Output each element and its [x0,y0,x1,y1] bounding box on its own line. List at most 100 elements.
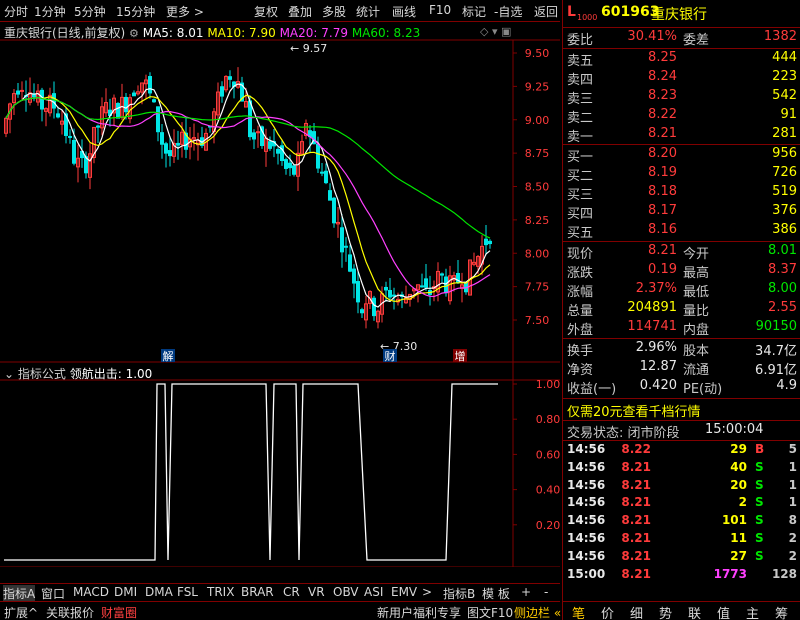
tab-cr[interactable]: CR [283,585,300,599]
f10-graphic-link[interactable]: 图文F10 [467,604,513,620]
candle-body [292,165,296,175]
statistics-button[interactable]: 统计 [356,3,380,20]
stat-label: 收益(一) [567,382,617,397]
bid-row[interactable]: 买三 8.18 519 [563,184,800,203]
high-marker: ← 9.57 [290,42,327,55]
ask-row[interactable]: 卖一 8.21 281 [563,126,800,145]
back-button[interactable]: 返回 [534,3,558,20]
tab-indicator-a[interactable]: 指标A [3,585,36,602]
chart-tools-icon[interactable]: ◇ ▾ ▣ [480,25,511,38]
bid-volume: 956 [772,146,797,161]
tab-macd[interactable]: MACD [73,585,109,599]
ask-price: 8.23 [648,88,677,103]
settings-icon[interactable]: ⚙ [129,27,139,40]
related-quotes-link[interactable]: 关联报价 [46,604,94,620]
candle-body [484,238,488,246]
draw-line-button[interactable]: 画线 [392,3,416,20]
candle-body [316,143,320,169]
sidebar-toggle[interactable]: 侧边栏 « [514,604,561,620]
chevron-down-icon[interactable]: ⌄ [4,367,14,381]
tick-time: 15:00 [567,566,606,581]
multi-stock-button[interactable]: 多股 [322,3,346,20]
tick-price: 8.22 [621,442,651,456]
quote-tab[interactable]: 势 [659,603,672,620]
quote-tab[interactable]: 值 [717,603,730,620]
ask-row[interactable]: 卖三 8.23 542 [563,88,800,107]
kline-chart[interactable]: 9.50 9.25 9.00 8.75 8.50 8.25 8.00 7.75 7.50 ← 9.… [0,22,560,567]
bid-row[interactable]: 买一 8.20 956 [563,146,800,165]
bid-row[interactable]: 买二 8.19 726 [563,165,800,184]
promo-row[interactable]: 仅需20元查看千档行情 [563,401,800,420]
restore-rights-button[interactable]: 复权 [254,3,278,20]
tab-15min[interactable]: 15分钟 [116,3,155,20]
remove-watchlist-button[interactable]: -自选 [494,3,522,20]
trade-time: 15:00:04 [705,422,764,437]
candle-body [348,254,352,272]
tab-obv[interactable]: OBV [333,585,359,599]
tab-fsl[interactable]: FSL [177,585,198,599]
ask-label: 卖一 [567,130,594,145]
quote-tab[interactable]: 主 [746,603,759,620]
quote-tab[interactable]: 筹 [775,603,788,620]
bid-price: 8.20 [648,146,677,161]
quote-tab[interactable]: 联 [688,603,701,620]
tab-vr[interactable]: VR [308,585,325,599]
candle-body [152,99,156,103]
tab-emv[interactable]: EMV [391,585,417,599]
candle-body [164,143,168,154]
tab-brar[interactable]: BRAR [241,585,274,599]
candle-body [156,106,160,133]
tab-dmi[interactable]: DMI [114,585,137,599]
candle-body [488,240,492,245]
stat-value: 8.00 [768,281,797,296]
quote-tab[interactable]: 价 [601,603,614,620]
quote-tab[interactable]: 细 [630,603,643,620]
quote-tab[interactable]: 笔 [572,603,585,620]
tab-window[interactable]: 窗口 [41,585,65,602]
tick-row: 14:56 8.21 2 S 1 [563,495,800,513]
tick-direction: S [755,477,764,492]
ask-row[interactable]: 卖二 8.22 91 [563,107,800,126]
tab-intraday[interactable]: 分时 [4,3,28,20]
stat-value: 12.87 [639,359,677,374]
tab-1min[interactable]: 1分钟 [34,3,66,20]
stat-value: 114741 [627,319,677,334]
zoom-in-button[interactable]: + [521,585,531,599]
commission-ratio-row: 委比 30.41% 委差 1382 [563,29,800,48]
candle-body [40,89,44,110]
tab-scroll-right[interactable]: > [422,585,432,599]
stat-label: 涨跌 [567,266,594,281]
f10-button[interactable]: F10 [429,3,451,17]
zoom-out-button[interactable]: - [544,585,548,599]
tab-more[interactable]: 更多 > [166,3,204,20]
tab-5min[interactable]: 5分钟 [74,3,106,20]
tab-dma[interactable]: DMA [145,585,173,599]
expand-button[interactable]: 扩展^ [4,604,38,620]
promo-link[interactable]: 仅需20元查看千档行情 [567,401,701,420]
indicator-tick: 0.20 [536,519,560,532]
ask-row[interactable]: 卖四 8.24 223 [563,69,800,88]
overlay-button[interactable]: 叠加 [288,3,312,20]
candle-body [360,309,364,314]
new-user-benefit-link[interactable]: 新用户福利专享 [377,604,461,620]
bid-row[interactable]: 买四 8.17 376 [563,203,800,222]
tab-indicator-b[interactable]: 指标B [443,585,475,602]
ask-row[interactable]: 卖五 8.25 444 [563,50,800,69]
tick-count: 2 [788,531,797,545]
indicator-formula-label[interactable]: 指标公式 [18,367,66,381]
tab-template[interactable]: 模 板 [482,585,510,602]
ask-volume: 542 [772,88,797,103]
bid-row[interactable]: 买五 8.16 386 [563,222,800,241]
quote-header: L 1000 601963 重庆银行 [563,4,800,26]
tick-price: 8.21 [621,477,651,492]
wealth-circle-link[interactable]: 财富圈 [101,604,137,620]
event-label: 增 [455,349,466,363]
tab-asi[interactable]: ASI [364,585,383,599]
stat-label: 股本 [683,344,710,359]
mark-button[interactable]: 标记 [462,3,486,20]
bid-price: 8.16 [648,222,677,237]
stat-label: 内盘 [683,323,710,338]
tab-trix[interactable]: TRIX [207,585,234,599]
ask-label: 卖五 [567,54,594,69]
bid-volume: 386 [772,222,797,237]
